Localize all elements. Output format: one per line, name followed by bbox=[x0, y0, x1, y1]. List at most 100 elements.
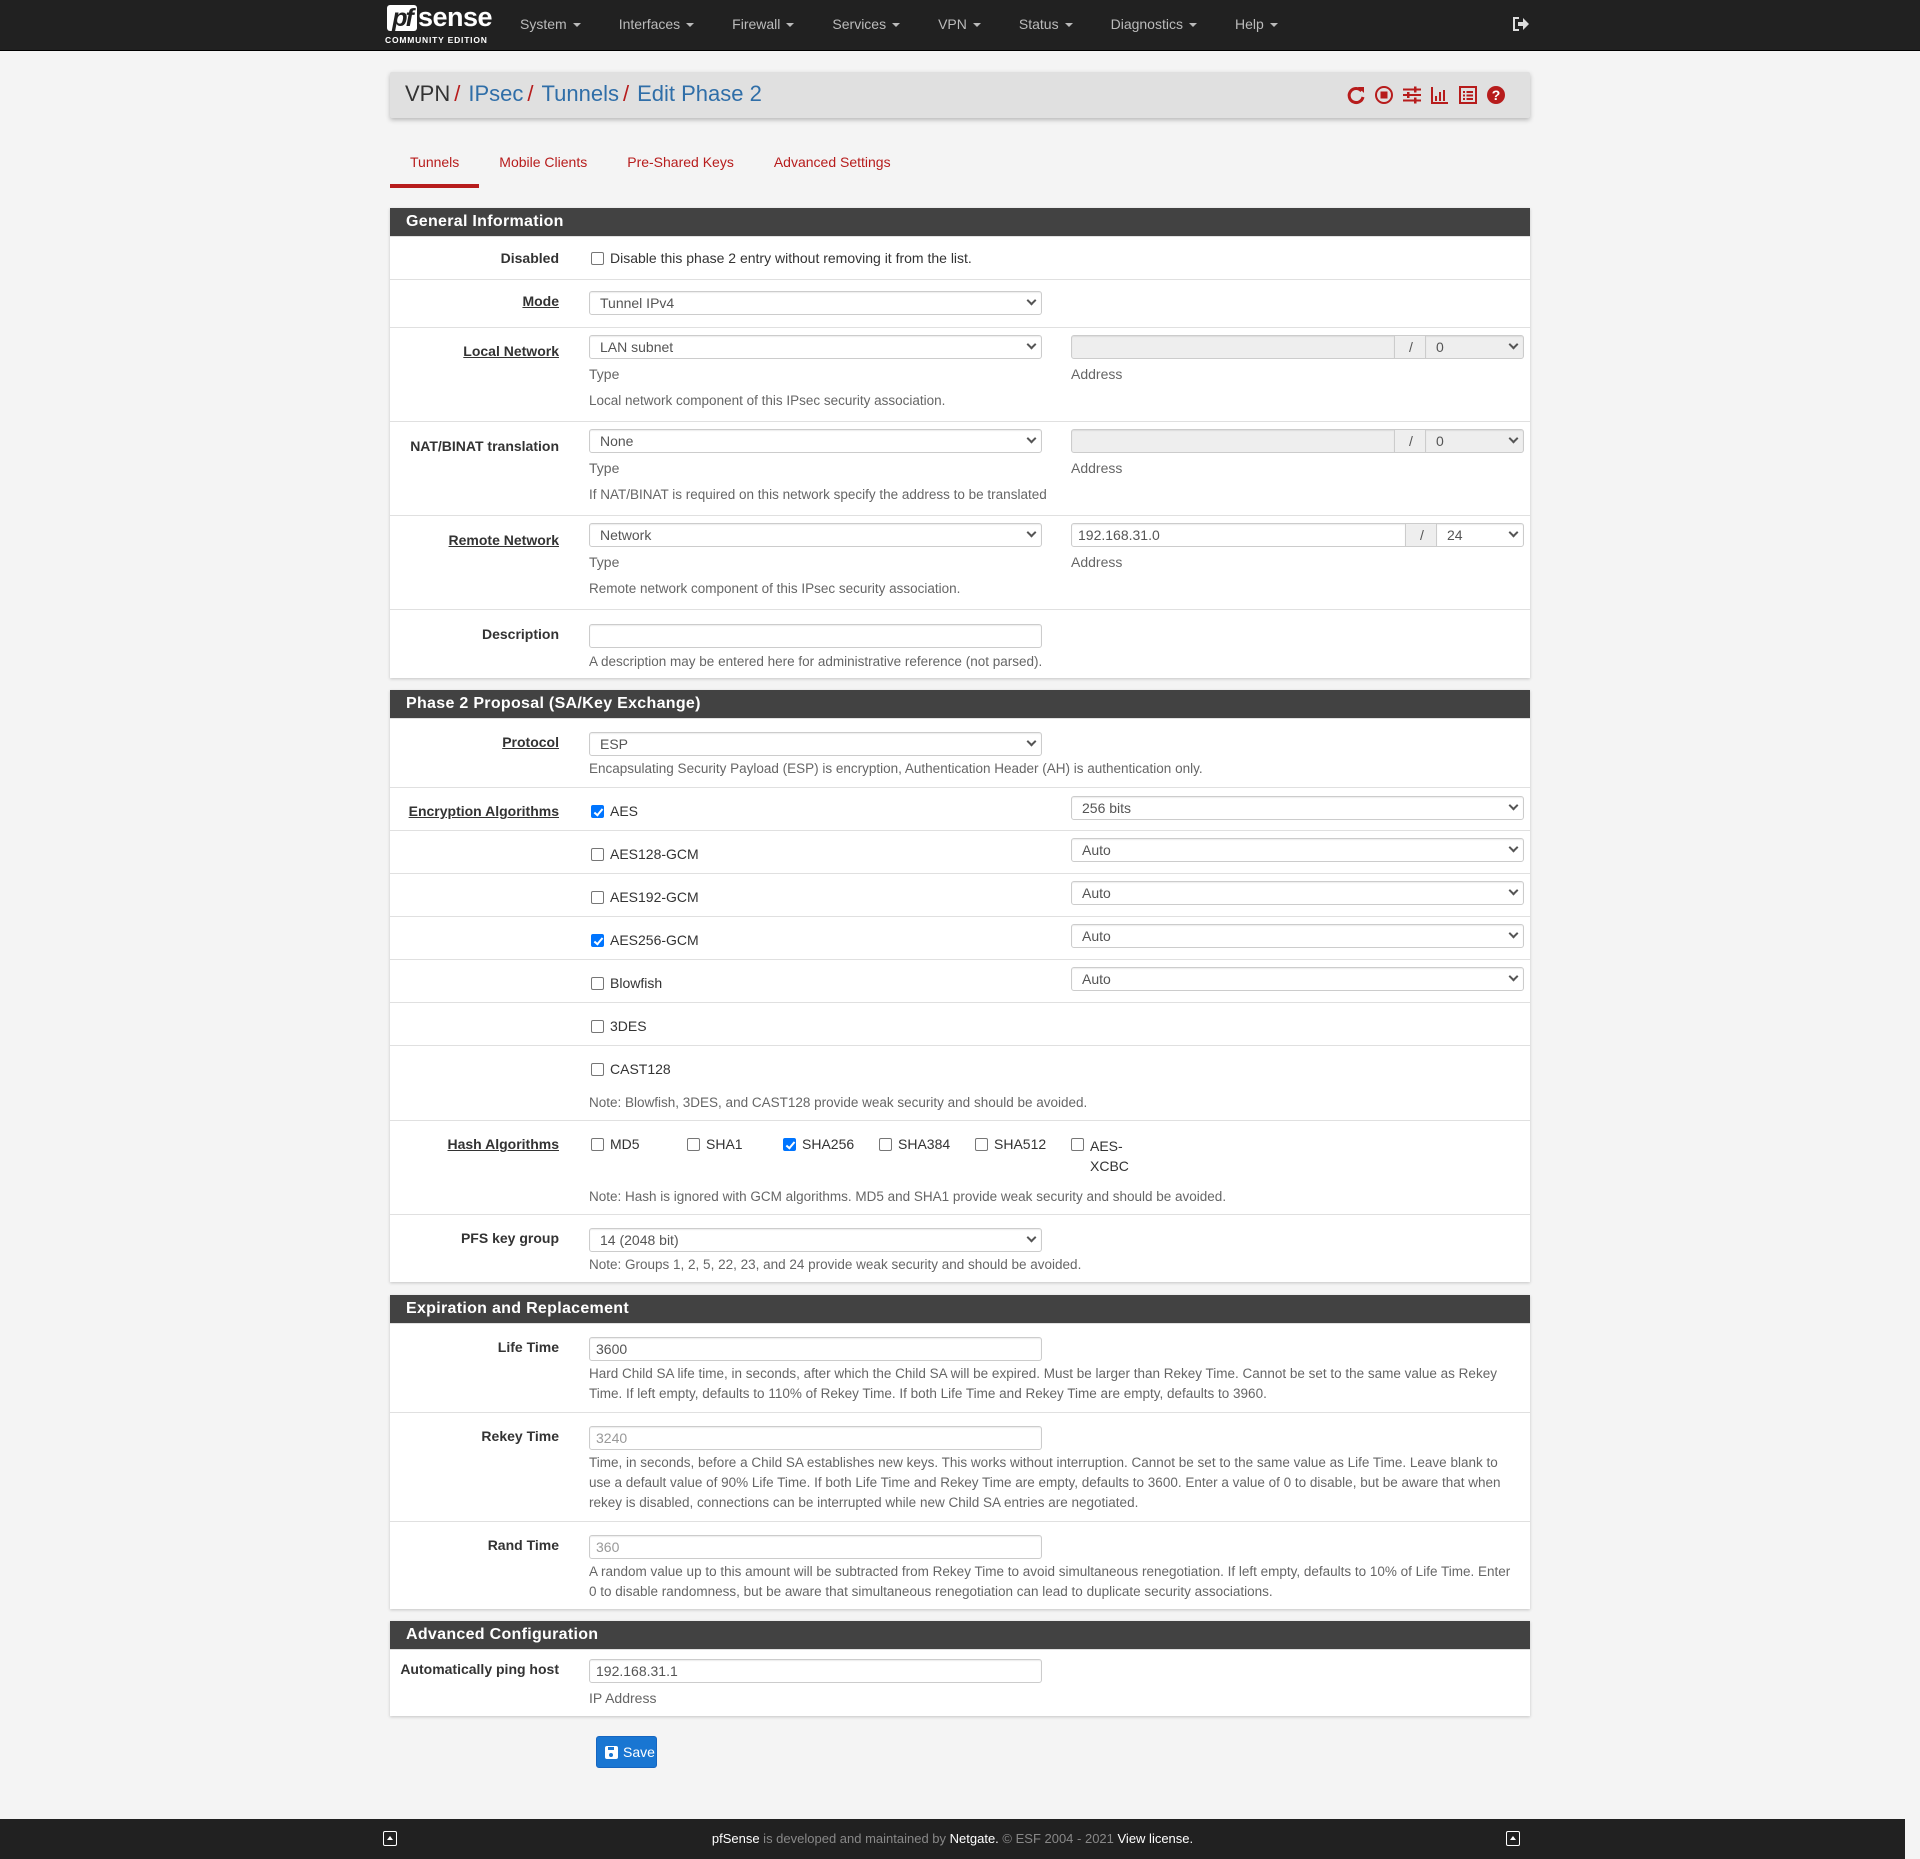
nav-interfaces[interactable]: Interfaces bbox=[619, 0, 709, 51]
local-network-label[interactable]: Local Network bbox=[390, 343, 559, 359]
nat-type-select[interactable]: None bbox=[589, 429, 1042, 453]
nav-system[interactable]: System bbox=[520, 0, 596, 51]
view-license-link[interactable]: View license. bbox=[1118, 1831, 1194, 1846]
local-network-mask-value: 0 bbox=[1436, 339, 1444, 355]
breadcrumb-ipsec[interactable]: IPsec bbox=[468, 81, 523, 106]
breadcrumb-edit-phase2[interactable]: Edit Phase 2 bbox=[637, 81, 762, 106]
row-enc-cast128: CAST128 Note: Blowfish, 3DES, and CAST12… bbox=[390, 1045, 1530, 1120]
hash-md5-checkbox[interactable] bbox=[591, 1138, 604, 1151]
tab-pre-shared-keys[interactable]: Pre-Shared Keys bbox=[607, 146, 754, 188]
caret-down-icon bbox=[972, 23, 981, 28]
stop-circle-icon[interactable] bbox=[1374, 85, 1396, 105]
nav-label: Firewall bbox=[732, 16, 781, 32]
enc-3des-label: 3DES bbox=[610, 1018, 647, 1034]
hash-sha384-checkbox[interactable] bbox=[879, 1138, 892, 1151]
pfsense-logo[interactable]: pf sense COMMUNITY EDITION bbox=[385, 2, 493, 47]
chevron-down-icon bbox=[1508, 928, 1519, 939]
disabled-checkbox[interactable] bbox=[591, 252, 604, 265]
scroll-top-icon[interactable] bbox=[1506, 1831, 1520, 1846]
protocol-select[interactable]: ESP bbox=[589, 732, 1042, 756]
sliders-icon[interactable] bbox=[1402, 85, 1424, 105]
mode-value: Tunnel IPv4 bbox=[600, 295, 675, 311]
keylen-value: 256 bits bbox=[1082, 800, 1132, 816]
breadcrumb-tunnels[interactable]: Tunnels bbox=[542, 81, 619, 106]
mode-label[interactable]: Mode bbox=[390, 293, 559, 309]
hash-sha256-label: SHA256 bbox=[802, 1136, 855, 1152]
encryption-note: Note: Blowfish, 3DES, and CAST128 provid… bbox=[589, 1095, 1088, 1110]
hash-md5-label: MD5 bbox=[610, 1136, 640, 1152]
remote-network-type-select[interactable]: Network bbox=[589, 523, 1042, 547]
life-time-input[interactable]: 3600 bbox=[589, 1337, 1042, 1361]
rekey-time-input[interactable]: 3240 bbox=[589, 1426, 1042, 1450]
ipsec-tabs: Tunnels Mobile Clients Pre-Shared Keys A… bbox=[390, 146, 911, 188]
remote-network-address-input[interactable]: 192.168.31.0 bbox=[1071, 523, 1406, 547]
enc-3des-checkbox[interactable] bbox=[591, 1020, 604, 1033]
pfs-key-group-select[interactable]: 14 (2048 bit) bbox=[589, 1228, 1042, 1252]
nav-firewall[interactable]: Firewall bbox=[732, 0, 809, 51]
enc-aes128gcm-label: AES128-GCM bbox=[610, 846, 699, 862]
hash-aes-xcbc-checkbox[interactable] bbox=[1071, 1138, 1084, 1151]
nav-status[interactable]: Status bbox=[1019, 0, 1088, 51]
hash-note: Note: Hash is ignored with GCM algorithm… bbox=[589, 1189, 1227, 1204]
footer-text-1: is developed and maintained by bbox=[759, 1831, 950, 1846]
encryption-algorithms-label[interactable]: Encryption Algorithms bbox=[390, 803, 559, 819]
hash-aes-xcbc-label: AES- XCBC bbox=[1090, 1136, 1129, 1176]
save-button[interactable]: Save bbox=[596, 1736, 657, 1768]
enc-aes256gcm-keylen-select[interactable]: Auto bbox=[1071, 924, 1524, 948]
enc-aes192gcm-keylen-select[interactable]: Auto bbox=[1071, 881, 1524, 905]
enc-aes192gcm-label: AES192-GCM bbox=[610, 889, 699, 905]
enc-aes192gcm-checkbox[interactable] bbox=[591, 891, 604, 904]
enc-blowfish-keylen-select[interactable]: Auto bbox=[1071, 967, 1524, 991]
panel-heading: General Information bbox=[390, 208, 1530, 236]
hash-algorithms-label[interactable]: Hash Algorithms bbox=[390, 1136, 560, 1152]
tab-mobile-clients[interactable]: Mobile Clients bbox=[479, 146, 607, 188]
tab-advanced-settings[interactable]: Advanced Settings bbox=[754, 146, 911, 188]
nat-binat-label: NAT/BINAT translation bbox=[410, 438, 559, 454]
mode-select[interactable]: Tunnel IPv4 bbox=[589, 291, 1042, 315]
panel-heading: Advanced Configuration bbox=[390, 1621, 1530, 1649]
address-sublabel: Address bbox=[1071, 460, 1123, 476]
chevron-down-icon bbox=[1026, 339, 1037, 350]
hash-sha512-label: SHA512 bbox=[994, 1136, 1047, 1152]
enc-aes-keylen-select[interactable]: 256 bits bbox=[1071, 796, 1524, 820]
enc-blowfish-checkbox[interactable] bbox=[591, 977, 604, 990]
enc-aes128gcm-checkbox[interactable] bbox=[591, 848, 604, 861]
enc-aes-checkbox[interactable] bbox=[591, 805, 604, 818]
row-disabled: Disabled Disable this phase 2 entry with… bbox=[390, 236, 1530, 279]
nav-help[interactable]: Help bbox=[1235, 0, 1293, 51]
refresh-icon[interactable] bbox=[1346, 85, 1368, 105]
ping-host-input[interactable]: 192.168.31.1 bbox=[589, 1659, 1042, 1683]
hash-sha256-checkbox[interactable] bbox=[783, 1138, 796, 1151]
disabled-text: Disable this phase 2 entry without remov… bbox=[610, 250, 972, 266]
list-icon[interactable] bbox=[1458, 85, 1480, 105]
breadcrumb-bar: VPN / IPsec / Tunnels / Edit Phase 2 ? bbox=[390, 72, 1530, 118]
remote-network-mask-select[interactable]: 24 bbox=[1436, 523, 1524, 547]
sign-out-icon[interactable] bbox=[1510, 14, 1530, 34]
row-enc-3des: 3DES bbox=[390, 1002, 1530, 1045]
enc-cast128-checkbox[interactable] bbox=[591, 1063, 604, 1076]
hash-sha1-checkbox[interactable] bbox=[687, 1138, 700, 1151]
tab-tunnels[interactable]: Tunnels bbox=[390, 146, 480, 188]
enc-aes128gcm-keylen-select[interactable]: Auto bbox=[1071, 838, 1524, 862]
remote-network-label[interactable]: Remote Network bbox=[390, 532, 559, 548]
footer: pfSense is developed and maintained by N… bbox=[0, 1819, 1905, 1859]
main-menu: System Interfaces Firewall Services VPN … bbox=[520, 0, 1316, 51]
nav-services[interactable]: Services bbox=[832, 0, 915, 51]
protocol-label[interactable]: Protocol bbox=[390, 734, 559, 750]
hash-sha512-checkbox[interactable] bbox=[975, 1138, 988, 1151]
bar-chart-icon[interactable] bbox=[1430, 85, 1452, 105]
nav-diagnostics[interactable]: Diagnostics bbox=[1111, 0, 1212, 51]
breadcrumb-separator: / bbox=[527, 81, 534, 106]
description-input[interactable] bbox=[589, 624, 1042, 648]
row-remote-network: Remote Network Network Type 192.168.31.0… bbox=[390, 515, 1530, 609]
help-circle-icon[interactable]: ? bbox=[1486, 85, 1508, 105]
rand-time-input[interactable]: 360 bbox=[589, 1535, 1042, 1559]
chevron-down-icon bbox=[1508, 433, 1519, 444]
local-network-type-select[interactable]: LAN subnet bbox=[589, 335, 1042, 359]
enc-aes256gcm-checkbox[interactable] bbox=[591, 934, 604, 947]
netgate-link[interactable]: Netgate. bbox=[950, 1831, 999, 1846]
nav-vpn[interactable]: VPN bbox=[938, 0, 996, 51]
local-network-address-input bbox=[1071, 335, 1395, 359]
save-label: Save bbox=[623, 1744, 655, 1760]
chevron-down-icon bbox=[1508, 527, 1519, 538]
